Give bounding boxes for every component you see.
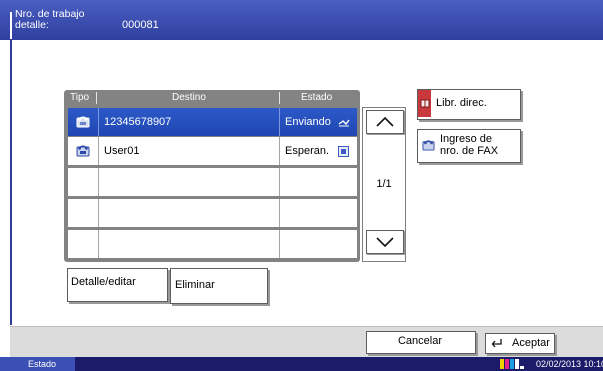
destination-cell: 12345678907 [104,116,172,128]
cell-separator [279,108,280,136]
delete-label: Eliminar [175,279,215,291]
chevron-up-icon [376,116,394,127]
datetime: 02/02/2013 10:10 [536,359,603,369]
column-header-destination: Destino [172,92,206,103]
cancel-label: Cancelar [397,335,443,347]
job-detail-label: Nro. de trabajo detalle: [15,8,85,31]
delete-button[interactable]: Eliminar [170,268,268,304]
cell-separator [279,168,280,196]
table-header: Tipo Destino Estado [64,90,360,106]
accept-button[interactable]: Aceptar [485,333,555,354]
cell-separator [279,199,280,227]
fax-entry-label-line2: nro. de FAX [440,145,499,157]
cancel-button[interactable]: Cancelar [366,331,476,354]
cell-separator [279,137,280,165]
phone-fax-icon [76,145,90,157]
cell-separator [279,230,280,258]
column-separator [96,92,97,104]
detail-edit-label: Detalle/editar [71,276,136,288]
page-indicator: 1/1 [376,178,392,190]
waiting-icon [338,146,349,157]
column-header-type: Tipo [70,92,90,103]
address-book-button[interactable]: Libr. direc. [417,89,521,120]
sending-icon [338,119,350,127]
chevron-down-icon [376,237,394,248]
phone-fax-icon [76,116,90,128]
cell-separator [98,137,99,165]
destination-cell: User01 [104,145,140,157]
table-row-empty[interactable] [68,199,357,227]
cell-separator [98,199,99,227]
job-number: 000081 [122,19,159,31]
status-cell: Esperan. [285,145,330,157]
scroll-down-button[interactable] [366,230,404,254]
table-row[interactable]: User01 Esperan. [68,137,357,165]
toner-level-icon [500,359,524,369]
fax-icon [422,140,435,151]
table-row-selected[interactable]: 12345678907 Enviando [68,108,357,136]
header-accent-line [10,12,12,39]
column-header-status: Estado [301,92,333,103]
table-row-empty[interactable] [68,168,357,196]
panel-left-edge [10,40,12,325]
fax-number-entry-button[interactable]: Ingreso de nro. de FAX [417,129,521,163]
table-row-empty[interactable] [68,230,357,258]
status-button[interactable]: Estado [0,357,75,371]
cell-separator [98,108,99,136]
enter-arrow-icon [491,339,502,348]
accept-label: Aceptar [512,337,550,349]
cell-separator [98,230,99,258]
detail-edit-button[interactable]: Detalle/editar [67,268,168,302]
fax-entry-label-line1: Ingreso de [440,133,492,145]
status-cell: Enviando [285,116,331,128]
address-book-label: Libr. direc. [436,97,487,109]
column-separator [279,92,280,104]
cell-separator [98,168,99,196]
scroll-up-button[interactable] [366,110,404,134]
address-book-icon [420,99,430,108]
